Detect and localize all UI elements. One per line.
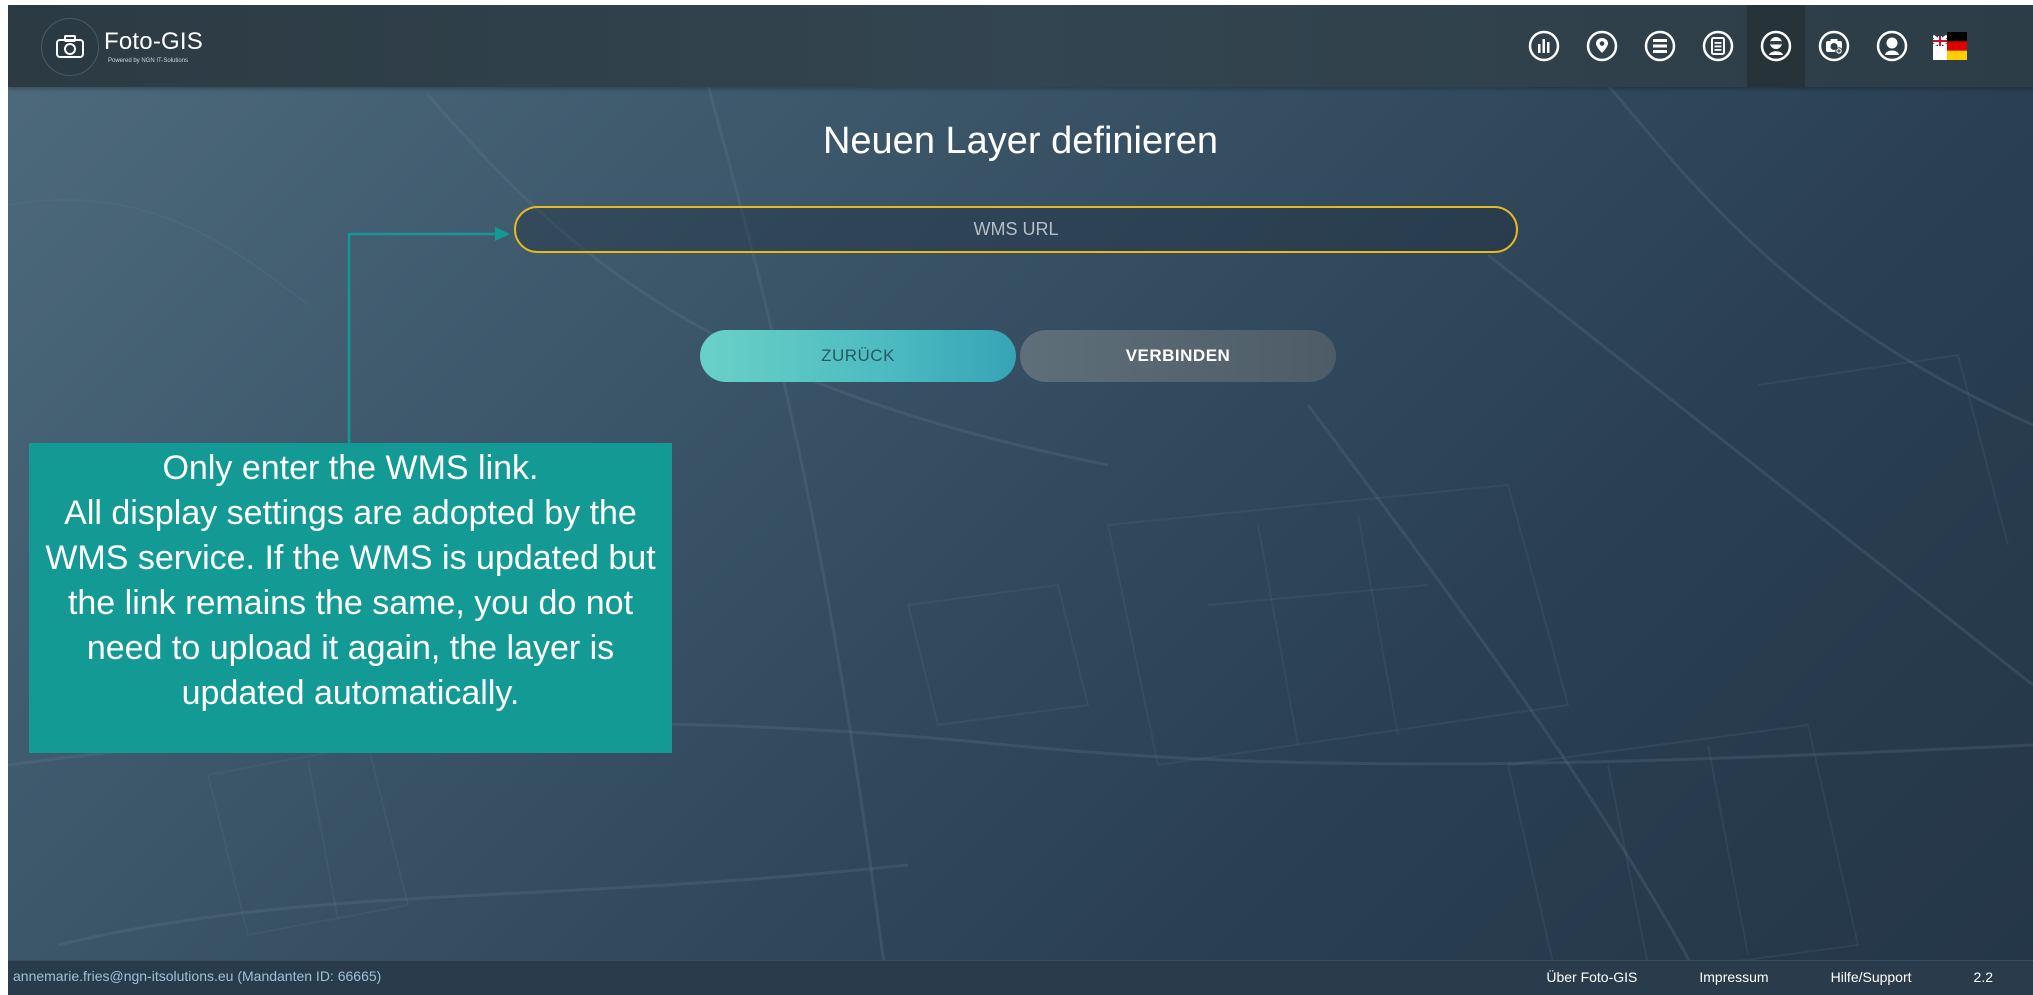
statistics-icon[interactable] [1515, 5, 1573, 87]
callout-line: WMS service. If the WMS is updated but [45, 539, 656, 577]
user-profile-icon[interactable] [1863, 5, 1921, 87]
camera-add-icon[interactable] [1805, 5, 1863, 87]
user-mask-icon[interactable] [1747, 5, 1805, 87]
callout-line: Only enter the WMS link. [162, 449, 539, 487]
app-title: Foto-GIS [104, 28, 203, 55]
help-support-link[interactable]: Hilfe/Support [1831, 969, 1912, 985]
wms-url-input[interactable] [514, 206, 1518, 253]
header-toolbar [1515, 5, 1979, 87]
map-pin-icon[interactable] [1573, 5, 1631, 87]
callout-line: All display settings are adopted by the [64, 494, 637, 532]
status-bar: annemarie.fries@ngn-itsolutions.eu (Mand… [8, 960, 2033, 995]
callout-line: the link remains the same, you do not [67, 584, 634, 622]
connect-button[interactable]: VERBINDEN [1020, 330, 1336, 382]
callout-line: updated automatically. [181, 674, 520, 712]
about-link[interactable]: Über Foto-GIS [1546, 969, 1637, 985]
language-flag-icon[interactable] [1921, 5, 1979, 87]
top-bar: Foto-GIS Powered by NGN IT-Solutions [8, 5, 2033, 87]
imprint-link[interactable]: Impressum [1699, 969, 1768, 985]
clipboard-icon[interactable] [1689, 5, 1747, 87]
back-button[interactable]: ZURÜCK [700, 330, 1016, 382]
version-label: 2.2 [1973, 969, 1993, 985]
footer-links: Über Foto-GIS Impressum Hilfe/Support 2.… [1546, 969, 2033, 985]
camera-logo-icon[interactable] [41, 18, 99, 76]
callout-line: need to upload it again, the layer is [86, 629, 615, 667]
layers-list-icon[interactable] [1631, 5, 1689, 87]
app-window: Foto-GIS Powered by NGN IT-Solutions Neu… [8, 5, 2033, 995]
app-subtitle: Powered by NGN IT-Solutions [108, 58, 189, 64]
user-info: annemarie.fries@ngn-itsolutions.eu (Mand… [13, 968, 382, 984]
help-callout: Only enter the WMS link. All display set… [29, 443, 672, 753]
page-title: Neuen Layer definieren [822, 120, 1219, 162]
